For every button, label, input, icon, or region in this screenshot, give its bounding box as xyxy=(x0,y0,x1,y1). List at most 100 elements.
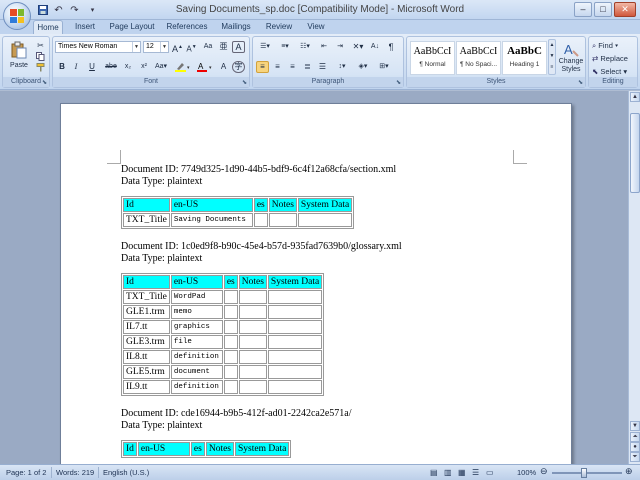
style-heading-1[interactable]: AaBbC Heading 1 xyxy=(502,41,547,75)
scroll-up-button[interactable]: ▲ xyxy=(630,92,640,102)
table-cell[interactable]: Saving Documents xyxy=(170,213,253,227)
table-cell[interactable]: definition xyxy=(170,350,223,364)
phonetic-guide-icon[interactable]: 亜 xyxy=(217,41,230,53)
table-header-cell[interactable]: en-US xyxy=(170,198,253,212)
table-cell[interactable] xyxy=(238,365,267,379)
office-button[interactable] xyxy=(3,2,31,30)
clipboard-launcher-icon[interactable]: ⬊ xyxy=(42,79,47,86)
previous-page-button[interactable]: ⏶ xyxy=(630,432,640,442)
print-layout-icon[interactable]: ▤ xyxy=(430,468,438,477)
table-cell[interactable] xyxy=(238,350,267,364)
table-header-cell[interactable]: Id xyxy=(123,275,170,289)
table-header-cell[interactable]: Id xyxy=(123,198,170,212)
table-cell[interactable] xyxy=(267,320,323,334)
page-count[interactable]: Page: 1 of 2 xyxy=(6,468,46,477)
table-cell[interactable]: document xyxy=(170,365,223,379)
table-header-cell[interactable]: es xyxy=(190,442,205,456)
table-header-cell[interactable]: Notes xyxy=(238,275,267,289)
italic-button[interactable]: I xyxy=(70,61,82,73)
distributed-button[interactable]: ☰ xyxy=(316,61,329,73)
align-left-button[interactable]: ≡ xyxy=(256,61,269,73)
numbering-icon[interactable]: ≡▾ xyxy=(276,41,294,53)
font-launcher-icon[interactable]: ⬊ xyxy=(242,79,247,86)
table-cell[interactable]: definition xyxy=(170,380,223,394)
show-formatting-icon[interactable]: ¶ xyxy=(384,41,398,53)
decrease-indent-icon[interactable]: ⇤ xyxy=(317,41,331,53)
table-cell[interactable] xyxy=(238,290,267,304)
bold-button[interactable]: B xyxy=(56,61,68,73)
paragraph-launcher-icon[interactable]: ⬊ xyxy=(396,79,401,86)
table-cell[interactable]: TXT_Title xyxy=(123,213,170,227)
table-cell[interactable]: IL8.tt xyxy=(123,350,170,364)
outline-icon[interactable]: ☰ xyxy=(472,468,479,477)
table-cell[interactable]: graphics xyxy=(170,320,223,334)
close-button[interactable]: ✕ xyxy=(614,2,636,17)
cut-icon[interactable]: ✂ xyxy=(34,40,47,50)
table-cell[interactable]: GLE5.trm xyxy=(123,365,170,379)
next-page-button[interactable]: ⏷ xyxy=(630,452,640,462)
shading-icon[interactable]: ◈▾ xyxy=(354,61,372,73)
table-header-cell[interactable]: en-US xyxy=(137,442,190,456)
scroll-thumb[interactable] xyxy=(630,113,640,193)
document-body[interactable]: Document ID: 7749d325-1d90-44b5-bdf9-6c4… xyxy=(121,164,551,464)
table-header-cell[interactable]: Id xyxy=(123,442,137,456)
tab-view[interactable]: View xyxy=(302,20,330,34)
enclose-characters-icon[interactable]: 字 xyxy=(232,61,245,73)
table-cell[interactable]: TXT_Title xyxy=(123,290,170,304)
table-cell[interactable]: IL7.tt xyxy=(123,320,170,334)
table-cell[interactable] xyxy=(223,350,238,364)
table-cell[interactable]: GLE1.trm xyxy=(123,305,170,319)
chevron-down-icon[interactable]: ▼ xyxy=(160,42,168,52)
zoom-slider[interactable] xyxy=(552,472,622,474)
format-painter-icon[interactable] xyxy=(34,62,47,73)
justify-button[interactable]: ≣ xyxy=(301,61,314,73)
table-header-cell[interactable]: es xyxy=(223,275,238,289)
styles-scroll[interactable]: ▲ ▼ ≡ xyxy=(548,39,556,75)
table-cell[interactable]: memo xyxy=(170,305,223,319)
table-cell[interactable] xyxy=(223,380,238,394)
table-cell[interactable] xyxy=(253,213,268,227)
maximize-button[interactable]: □ xyxy=(594,2,612,17)
chevron-down-icon[interactable]: ▼ xyxy=(132,42,140,52)
vertical-scrollbar[interactable]: ▲ ▼ ⏶ ● ⏷ xyxy=(628,91,640,464)
table-cell[interactable] xyxy=(267,305,323,319)
table-cell[interactable]: IL9.tt xyxy=(123,380,170,394)
increase-indent-icon[interactable]: ⇥ xyxy=(333,41,347,53)
grow-font-icon[interactable]: A▲ xyxy=(171,41,184,54)
table-cell[interactable] xyxy=(238,320,267,334)
table-header-cell[interactable]: en-US xyxy=(170,275,223,289)
underline-button[interactable]: U xyxy=(84,61,100,73)
table-cell[interactable]: GLE3.trm xyxy=(123,335,170,349)
tab-review[interactable]: Review xyxy=(262,20,296,34)
select-browse-object-button[interactable]: ● xyxy=(630,442,640,452)
tab-page-layout[interactable]: Page Layout xyxy=(106,20,158,34)
styles-launcher-icon[interactable]: ⬊ xyxy=(578,79,583,86)
font-name-combo[interactable]: Times New Roman ▼ xyxy=(55,41,141,53)
tab-insert[interactable]: Insert xyxy=(69,20,101,34)
word-count[interactable]: Words: 219 xyxy=(56,468,94,477)
table-cell[interactable] xyxy=(223,305,238,319)
table-cell[interactable] xyxy=(223,335,238,349)
zoom-out-icon[interactable]: ⊖ xyxy=(540,466,548,477)
copy-icon[interactable] xyxy=(34,51,47,61)
character-border-icon[interactable]: A xyxy=(232,41,245,53)
style-normal[interactable]: AaBbCcI ¶ Normal xyxy=(410,41,455,75)
asian-layout-icon[interactable]: ✕▾ xyxy=(350,41,366,53)
paste-button[interactable]: Paste xyxy=(7,39,31,75)
line-spacing-icon[interactable]: ↕▾ xyxy=(333,61,351,73)
strikethrough-button[interactable]: abe xyxy=(103,61,119,73)
align-center-button[interactable]: ≡ xyxy=(271,61,284,73)
full-screen-reading-icon[interactable]: ▥ xyxy=(444,468,452,477)
table-header-cell[interactable]: System Data xyxy=(297,198,353,212)
sort-icon[interactable]: A↓ xyxy=(368,41,382,53)
subscript-button[interactable]: x₂ xyxy=(121,61,135,73)
highlight-icon[interactable]: ▾ xyxy=(173,61,193,73)
multilevel-list-icon[interactable]: ☷▾ xyxy=(296,41,314,53)
superscript-button[interactable]: x² xyxy=(137,61,151,73)
tab-home[interactable]: Home xyxy=(33,20,63,34)
table-cell[interactable] xyxy=(267,380,323,394)
table-header-cell[interactable]: Notes xyxy=(205,442,235,456)
table-cell[interactable] xyxy=(223,320,238,334)
table-cell[interactable] xyxy=(267,350,323,364)
font-color-icon[interactable]: A ▾ xyxy=(195,61,215,73)
